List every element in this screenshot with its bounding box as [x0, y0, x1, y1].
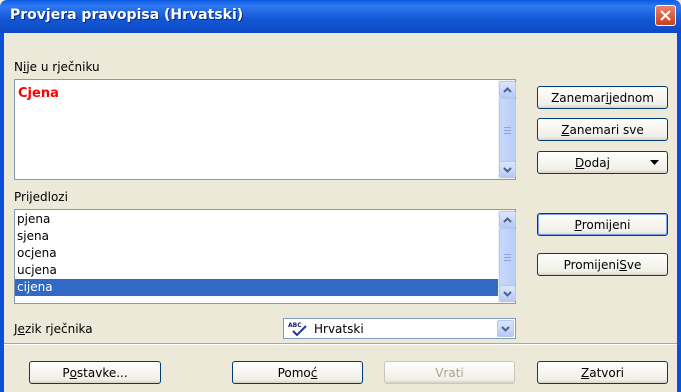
suggestions-label: Prijedlozi — [14, 190, 68, 204]
help-button[interactable]: Pomo ć — [232, 361, 363, 384]
suggestion-item[interactable]: pjena — [15, 211, 515, 228]
suggestion-item-selected[interactable]: cijena — [15, 279, 498, 296]
scroll-up-button[interactable] — [499, 81, 516, 98]
misspelled-word: Cjena — [18, 86, 59, 101]
chevron-down-icon — [503, 166, 512, 173]
scroll-thumb[interactable] — [499, 228, 516, 286]
dropdown-arrow-icon — [650, 160, 659, 165]
window-title: Provjera pravopisa (Hrvatski) — [10, 7, 244, 23]
chevron-down-icon — [501, 325, 510, 332]
suggestions-scrollbar[interactable] — [498, 210, 516, 303]
suggestion-item[interactable]: sjena — [15, 228, 515, 245]
language-value: Hrvatski — [314, 322, 364, 336]
not-in-dictionary-label: Nije u rječniku — [14, 60, 100, 74]
chevron-up-icon — [503, 216, 512, 223]
scroll-thumb[interactable] — [499, 98, 516, 162]
change-all-button[interactable]: Promijeni Sve — [537, 253, 668, 276]
language-select[interactable]: ABC Hrvatski — [283, 318, 516, 339]
close-icon — [660, 10, 671, 21]
close-button[interactable]: Zatvori — [537, 361, 668, 384]
chevron-up-icon — [503, 86, 512, 93]
suggestion-item[interactable]: ucjena — [15, 262, 515, 279]
not-in-dictionary-textbox[interactable]: Cjena — [14, 79, 516, 180]
scroll-down-button[interactable] — [499, 161, 516, 178]
language-label: Jezik rječnika — [14, 322, 93, 336]
suggestions-items: pjena sjena ocjena ucjena cijena — [15, 211, 515, 296]
ignore-once-button[interactable]: Zanemar i jednom — [537, 86, 668, 109]
change-button[interactable]: Promijeni — [537, 213, 668, 236]
ignore-all-button[interactable]: Zanemari sve — [537, 118, 668, 141]
window-frame-right — [677, 33, 681, 392]
not-in-dictionary-scrollbar[interactable] — [498, 80, 516, 179]
window-frame-left — [0, 33, 4, 392]
svg-text:ABC: ABC — [288, 322, 302, 329]
options-button[interactable]: Po stavke... — [29, 361, 161, 384]
scroll-up-button[interactable] — [499, 211, 516, 228]
language-dropdown-button[interactable] — [497, 320, 514, 337]
suggestions-list[interactable]: pjena sjena ocjena ucjena cijena — [14, 209, 516, 304]
undo-button: Vrati — [384, 361, 515, 384]
title-bar: Provjera pravopisa (Hrvatski) — [0, 0, 681, 33]
suggestion-item[interactable]: ocjena — [15, 245, 515, 262]
chevron-down-icon — [503, 290, 512, 297]
add-button[interactable]: Dodaj — [537, 151, 668, 174]
scroll-down-button[interactable] — [499, 285, 516, 302]
spellcheck-icon: ABC — [288, 321, 310, 339]
footer-separator — [4, 343, 677, 345]
close-window-button[interactable] — [655, 5, 676, 26]
grip-icon — [504, 253, 511, 261]
grip-icon — [504, 126, 511, 134]
